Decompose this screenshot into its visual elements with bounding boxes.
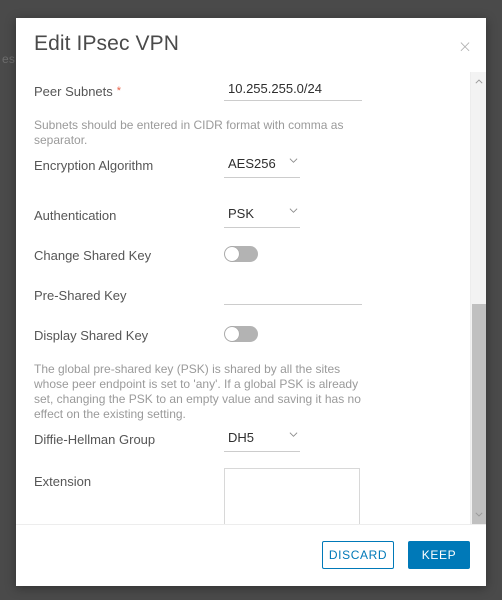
field-authentication: Authentication PSK <box>34 200 446 238</box>
peer-subnets-input[interactable] <box>224 78 362 101</box>
chevron-down-icon <box>289 206 298 215</box>
dialog-footer: DISCARD KEEP <box>16 524 486 586</box>
backdrop-partial-text: es <box>2 52 16 66</box>
scrollbar-thumb[interactable] <box>472 304 486 524</box>
change-shared-key-label: Change Shared Key <box>34 248 152 263</box>
toggle-knob <box>225 327 239 341</box>
authentication-select[interactable]: PSK <box>224 202 300 228</box>
field-encryption-algorithm: Encryption Algorithm AES256 <box>34 150 446 188</box>
subnets-helper-text: Subnets should be entered in CIDR format… <box>34 118 344 147</box>
discard-button[interactable]: DISCARD <box>322 541 394 569</box>
field-change-shared-key: Change Shared Key <box>34 240 446 278</box>
encryption-algorithm-value: AES256 <box>228 156 276 171</box>
field-display-shared-key: Display Shared Key <box>34 320 446 358</box>
peer-subnets-label-text: Peer Subnets <box>34 84 113 99</box>
edit-ipsec-vpn-dialog: Edit IPsec VPN × Endpoint should be a va… <box>16 18 486 586</box>
scroll-up-arrow-icon[interactable] <box>471 74 486 90</box>
authentication-value: PSK <box>228 206 255 221</box>
pre-shared-key-input[interactable] <box>224 282 362 305</box>
required-asterisk: * <box>116 85 122 97</box>
field-extension: Extension <box>34 468 446 524</box>
field-peer-subnets: Peer Subnets * <box>34 76 446 114</box>
display-shared-key-toggle[interactable] <box>224 326 258 342</box>
encryption-algorithm-select[interactable]: AES256 <box>224 152 300 178</box>
dialog-header: Edit IPsec VPN × <box>16 18 486 72</box>
extension-textarea[interactable] <box>224 468 360 524</box>
diffie-hellman-group-select[interactable]: DH5 <box>224 426 300 452</box>
vertical-scrollbar[interactable] <box>470 72 486 524</box>
psk-helper-text: The global pre-shared key (PSK) is share… <box>34 362 361 421</box>
encryption-algorithm-label: Encryption Algorithm <box>34 158 154 173</box>
display-shared-key-label: Display Shared Key <box>34 328 149 343</box>
peer-subnets-label: Peer Subnets * <box>34 84 121 99</box>
diffie-hellman-group-label: Diffie-Hellman Group <box>34 432 156 447</box>
chevron-down-icon <box>289 156 298 165</box>
keep-button[interactable]: KEEP <box>408 541 470 569</box>
clipped-helper-text: Endpoint should be a valid IPv4 or 'any' <box>34 72 446 74</box>
diffie-hellman-group-value: DH5 <box>228 430 255 445</box>
pre-shared-key-label: Pre-Shared Key <box>34 288 127 303</box>
change-shared-key-toggle[interactable] <box>224 246 258 262</box>
field-diffie-hellman-group: Diffie-Hellman Group DH5 <box>34 424 446 462</box>
page-title: Edit IPsec VPN <box>34 32 179 55</box>
chevron-down-icon <box>289 430 298 439</box>
toggle-knob <box>225 247 239 261</box>
authentication-label: Authentication <box>34 208 117 223</box>
scroll-down-arrow-icon[interactable] <box>471 506 486 522</box>
field-pre-shared-key: Pre-Shared Key <box>34 280 446 318</box>
dialog-scroll-area: Endpoint should be a valid IPv4 or 'any'… <box>16 72 486 524</box>
extension-label: Extension <box>34 474 92 489</box>
close-icon[interactable]: × <box>456 38 474 56</box>
